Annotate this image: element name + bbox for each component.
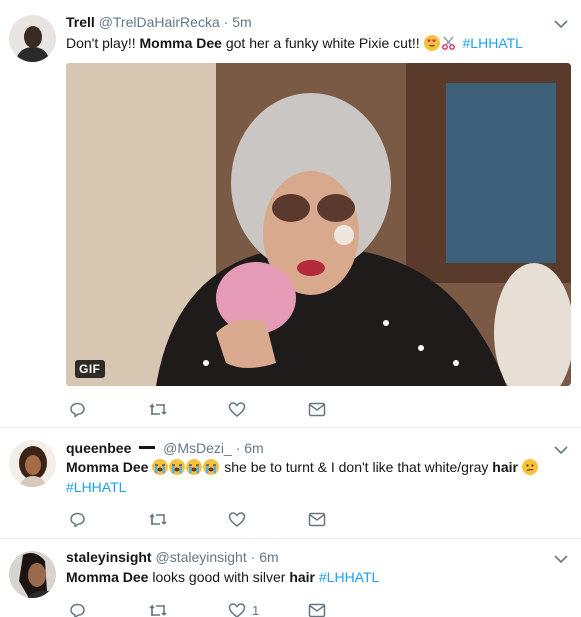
tweet-actions bbox=[66, 509, 366, 529]
like-button[interactable] bbox=[228, 509, 246, 529]
retweet-icon bbox=[149, 512, 167, 525]
reply-icon bbox=[70, 603, 85, 617]
heart-eyes-emoji-icon bbox=[423, 35, 440, 51]
tweet[interactable]: queenbee @MsDezi_ · 6m Momma Dee she be … bbox=[0, 428, 581, 539]
display-name[interactable]: Trell bbox=[66, 14, 95, 30]
avatar[interactable] bbox=[9, 15, 56, 62]
retweet-button[interactable] bbox=[148, 600, 168, 617]
tweet-gif-media[interactable]: GIF bbox=[66, 63, 571, 386]
message-icon bbox=[308, 512, 326, 526]
like-icon bbox=[228, 602, 246, 617]
retweet-icon bbox=[149, 402, 167, 415]
text-segment: she be to turnt & I don't like that whit… bbox=[220, 459, 493, 475]
loudly-crying-emoji-icon bbox=[169, 459, 186, 475]
like-icon bbox=[228, 401, 246, 417]
reply-button[interactable] bbox=[69, 600, 86, 617]
reply-button[interactable] bbox=[69, 399, 86, 419]
user-handle[interactable]: @MsDezi_ bbox=[163, 440, 232, 456]
text-segment: Don't play!! bbox=[66, 35, 140, 51]
text-segment: got her a funky white Pixie cut!! bbox=[221, 35, 424, 51]
direct-message-button[interactable] bbox=[308, 600, 326, 617]
user-handle[interactable]: @TrelDaHairRecka bbox=[99, 14, 220, 30]
text-highlight: hair bbox=[289, 569, 315, 585]
hashtag-link[interactable]: #LHHATL bbox=[66, 479, 126, 495]
gif-image bbox=[66, 63, 571, 386]
display-name[interactable]: staleyinsight bbox=[66, 549, 152, 565]
tweet-text: Momma Dee she be to turnt & I don't like… bbox=[66, 457, 551, 497]
direct-message-button[interactable] bbox=[308, 399, 326, 419]
confused-emoji-icon bbox=[521, 459, 538, 475]
reply-icon bbox=[70, 402, 85, 417]
tweet[interactable]: staleyinsight @staleyinsight · 6m Momma … bbox=[0, 539, 581, 617]
direct-message-button[interactable] bbox=[308, 509, 326, 529]
retweet-button[interactable] bbox=[148, 509, 168, 529]
tweet-header: staleyinsight @staleyinsight · 6m bbox=[66, 549, 279, 565]
like-button[interactable]: 1 bbox=[228, 600, 259, 617]
loudly-crying-emoji-icon bbox=[186, 459, 203, 475]
tweet[interactable]: Trell @TrelDaHairRecka · 5m Don't play!!… bbox=[0, 0, 581, 428]
chevron-down-icon[interactable] bbox=[553, 553, 569, 565]
retweet-icon bbox=[149, 603, 167, 616]
text-highlight: Momma Dee bbox=[139, 35, 222, 51]
like-button[interactable] bbox=[228, 399, 246, 419]
retweet-button[interactable] bbox=[148, 399, 168, 419]
tweet-actions bbox=[66, 399, 366, 419]
reply-button[interactable] bbox=[69, 509, 86, 529]
timestamp[interactable]: 6m bbox=[259, 549, 278, 565]
tweet-text: Momma Dee looks good with silver hair #L… bbox=[66, 567, 551, 587]
loudly-crying-emoji-icon bbox=[203, 459, 220, 475]
tweet-header: queenbee @MsDezi_ · 6m bbox=[66, 440, 264, 456]
reply-icon bbox=[70, 512, 85, 527]
message-icon bbox=[308, 603, 326, 617]
separator: · bbox=[235, 440, 241, 456]
flag-emoji-icon bbox=[139, 446, 156, 449]
chevron-down-icon[interactable] bbox=[553, 18, 569, 30]
text-highlight: hair bbox=[492, 459, 518, 475]
text-highlight: Momma Dee bbox=[66, 569, 149, 585]
tweet-text: Don't play!! Momma Dee got her a funky w… bbox=[66, 33, 551, 53]
separator: · bbox=[250, 549, 256, 565]
display-name[interactable]: queenbee bbox=[66, 440, 131, 456]
avatar[interactable] bbox=[9, 440, 56, 487]
scissors-emoji-icon bbox=[441, 35, 457, 51]
gif-badge: GIF bbox=[75, 360, 105, 378]
tweet-actions: 1 bbox=[66, 600, 366, 617]
avatar[interactable] bbox=[9, 551, 56, 598]
timeline: Trell @TrelDaHairRecka · 5m Don't play!!… bbox=[0, 0, 581, 617]
like-icon bbox=[228, 511, 246, 527]
tweet-header: Trell @TrelDaHairRecka · 5m bbox=[66, 14, 252, 30]
like-count: 1 bbox=[252, 602, 260, 617]
message-icon bbox=[308, 402, 326, 416]
timestamp[interactable]: 5m bbox=[232, 14, 251, 30]
hashtag-link[interactable]: #LHHATL bbox=[463, 35, 523, 51]
text-highlight: Momma Dee bbox=[66, 459, 149, 475]
text-segment: looks good with silver bbox=[148, 569, 290, 585]
loudly-crying-emoji-icon bbox=[152, 459, 169, 475]
separator: · bbox=[223, 14, 229, 30]
hashtag-link[interactable]: #LHHATL bbox=[315, 569, 379, 585]
user-handle[interactable]: @staleyinsight bbox=[155, 549, 246, 565]
timestamp[interactable]: 6m bbox=[244, 440, 263, 456]
chevron-down-icon[interactable] bbox=[553, 444, 569, 456]
